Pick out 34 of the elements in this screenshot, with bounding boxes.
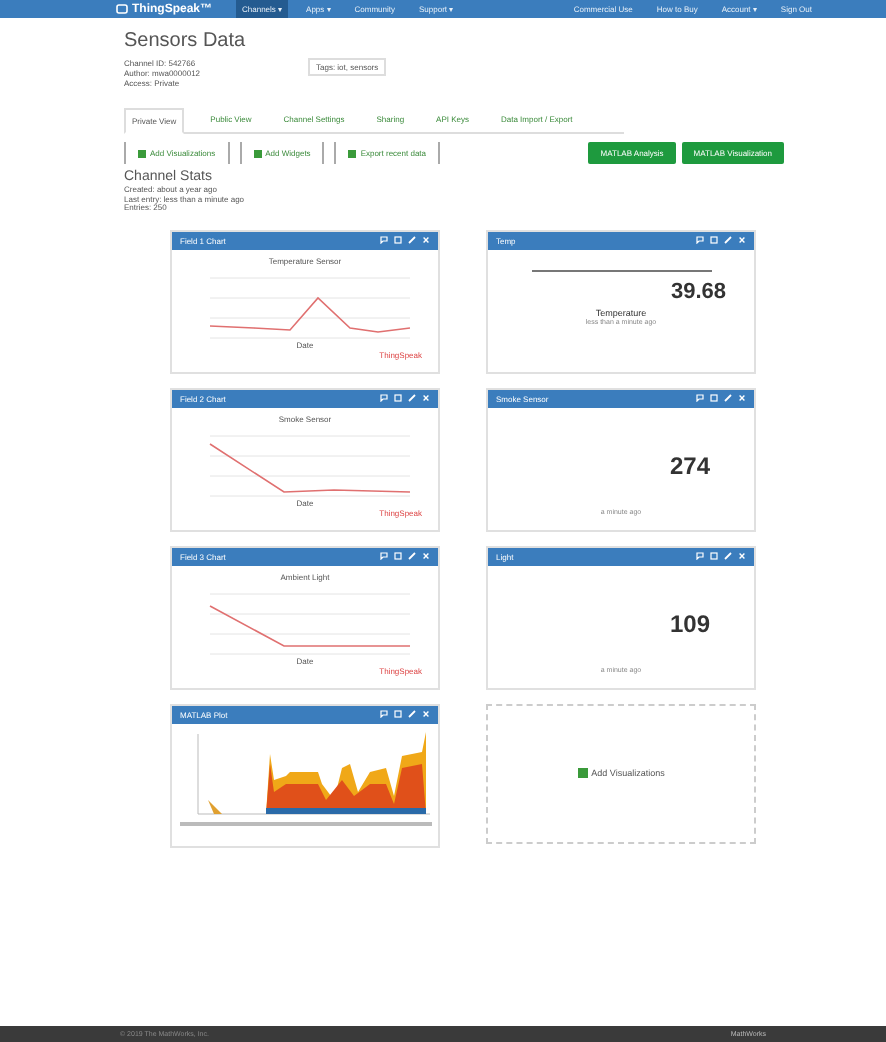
comment-icon[interactable] <box>696 552 704 560</box>
page-title: Sensors Data <box>124 30 248 52</box>
close-icon[interactable] <box>422 710 430 718</box>
close-icon[interactable] <box>738 552 746 560</box>
close-icon[interactable] <box>422 236 430 244</box>
numeric-value: 109 <box>669 609 710 637</box>
close-icon[interactable] <box>738 394 746 402</box>
pencil-icon[interactable] <box>408 394 416 402</box>
window-icon[interactable] <box>394 236 402 244</box>
close-icon[interactable] <box>738 236 746 244</box>
close-icon[interactable] <box>422 552 430 560</box>
window-icon[interactable] <box>710 236 718 244</box>
comment-icon[interactable] <box>380 394 388 402</box>
pencil-icon[interactable] <box>724 394 732 402</box>
numeric-value: 274 <box>669 451 710 479</box>
pencil-icon[interactable] <box>724 236 732 244</box>
pencil-icon[interactable] <box>408 710 416 718</box>
pencil-icon[interactable] <box>408 552 416 560</box>
window-icon[interactable] <box>710 552 718 560</box>
comment-icon[interactable] <box>380 552 388 560</box>
window-icon[interactable] <box>710 394 718 402</box>
window-icon[interactable] <box>394 394 402 402</box>
scroll-bar[interactable] <box>179 821 431 825</box>
logo-icon <box>116 4 128 14</box>
comment-icon[interactable] <box>696 236 704 244</box>
window-icon[interactable] <box>394 552 402 560</box>
gauge-value: 39.68 <box>670 279 726 303</box>
comment-icon[interactable] <box>696 394 704 402</box>
pencil-icon[interactable] <box>408 236 416 244</box>
comment-icon[interactable] <box>380 710 388 718</box>
pencil-icon[interactable] <box>724 552 732 560</box>
close-icon[interactable] <box>422 394 430 402</box>
window-icon[interactable] <box>394 710 402 718</box>
comment-icon[interactable] <box>380 236 388 244</box>
